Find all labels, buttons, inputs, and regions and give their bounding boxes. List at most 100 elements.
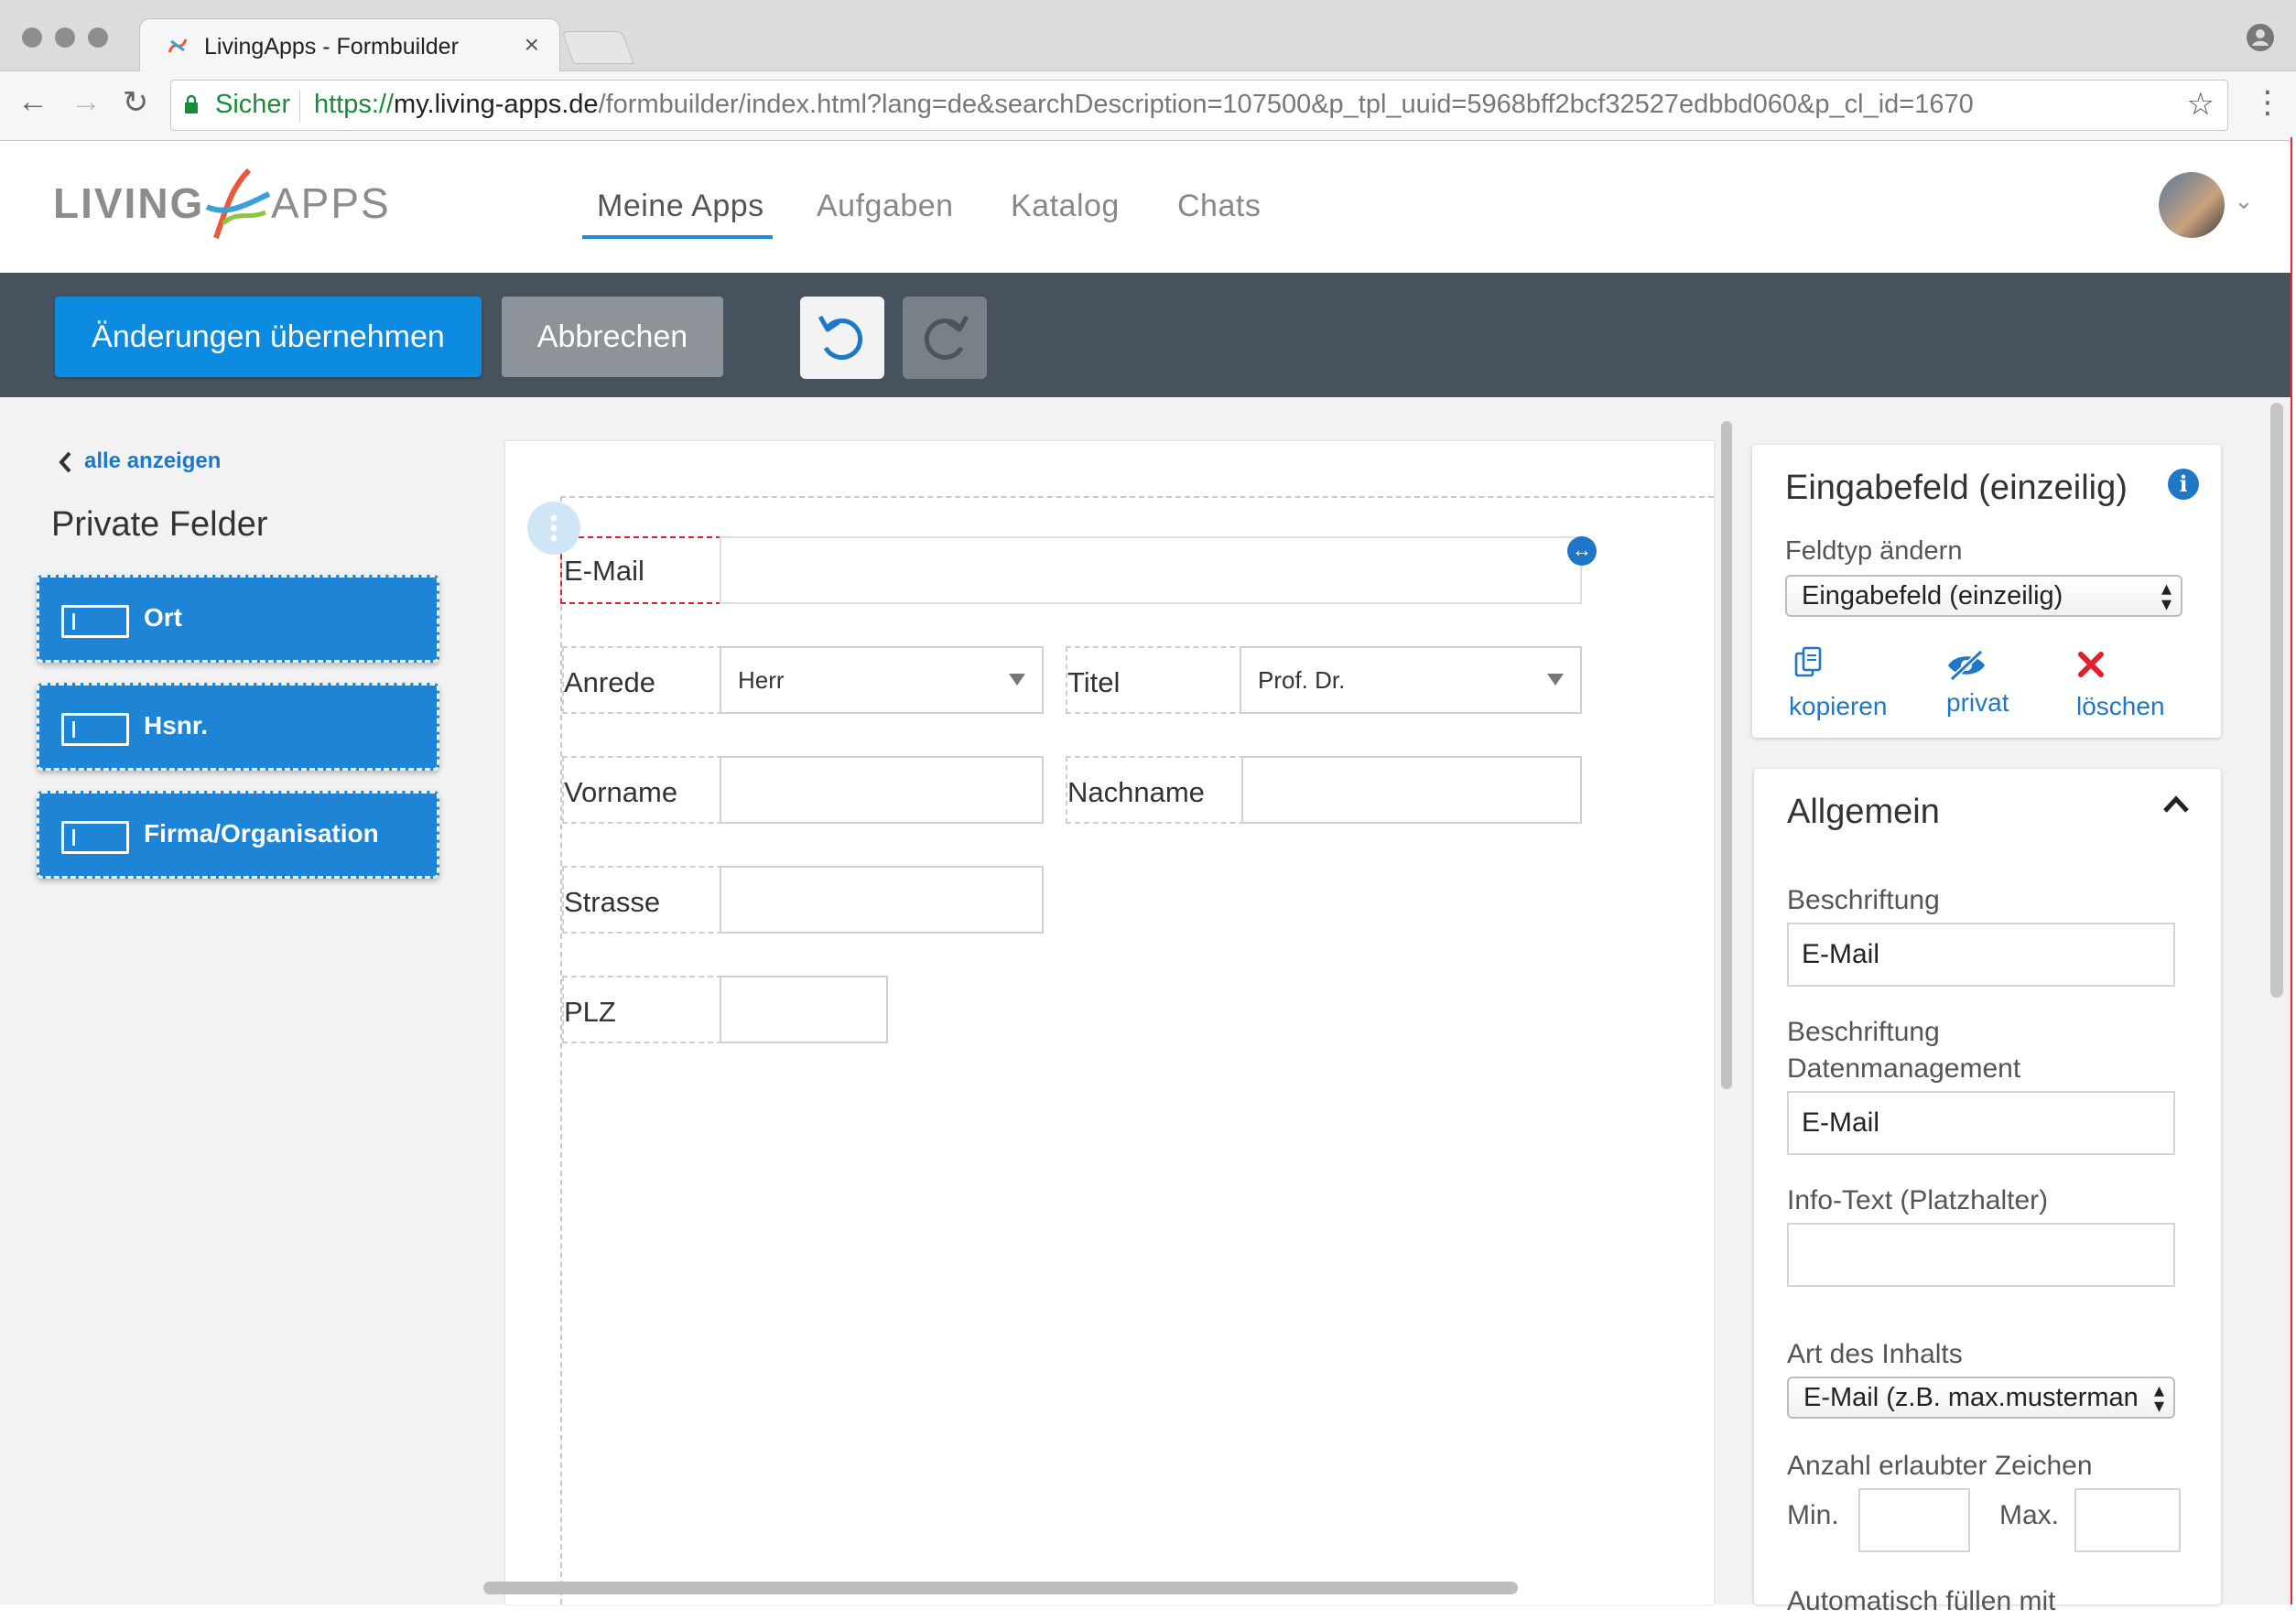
- vorname-input[interactable]: [720, 756, 1044, 824]
- private-fields-title: Private Felder: [51, 505, 268, 544]
- private-field-label: Hsnr.: [144, 711, 209, 740]
- form-field-strasse[interactable]: Strasse: [562, 866, 1044, 934]
- chevron-up-icon[interactable]: [2162, 791, 2190, 818]
- back-arrow-icon[interactable]: ←: [15, 84, 51, 120]
- url-path: /formbuilder/index.html?lang=de&searchDe…: [598, 90, 1974, 119]
- eye-slash-icon[interactable]: [1944, 648, 1988, 683]
- min-chars-input[interactable]: [1858, 1488, 1970, 1552]
- new-tab-button[interactable]: [561, 31, 634, 64]
- browser-toolbar: ← → ↻ Sicher https://my.living-apps.de/f…: [0, 71, 2296, 141]
- private-field-firma[interactable]: Firma/Organisation: [37, 791, 439, 879]
- nachname-input[interactable]: [1241, 756, 1582, 824]
- fieldtype-label: Feldtyp ändern: [1785, 536, 1963, 566]
- field-label-strasse: Strasse: [564, 886, 661, 918]
- url-text[interactable]: https://my.living-apps.de/formbuilder/in…: [314, 90, 1974, 120]
- inspector-scrollbar[interactable]: [2270, 403, 2283, 998]
- titel-value: Prof. Dr.: [1258, 666, 1346, 694]
- delete-button[interactable]: löschen: [2076, 692, 2165, 721]
- avatar[interactable]: [2159, 172, 2225, 238]
- copy-button[interactable]: kopieren: [1789, 692, 1887, 721]
- info-icon[interactable]: i: [2168, 469, 2199, 500]
- select-arrows-icon: ▴ ▾: [2150, 1380, 2164, 1416]
- nav-katalog[interactable]: Katalog: [1011, 189, 1120, 224]
- private-field-label: Firma/Organisation: [144, 819, 379, 848]
- tab-title: LivingApps - Formbuilder: [204, 34, 459, 59]
- favicon-icon: [168, 38, 188, 53]
- nav-meine-apps[interactable]: Meine Apps: [597, 189, 764, 224]
- forward-arrow-icon[interactable]: →: [68, 84, 104, 120]
- fieldtype-value: Eingabefeld (einzeilig): [1802, 581, 2063, 610]
- allowed-chars-label: Anzahl erlaubter Zeichen: [1787, 1451, 2093, 1481]
- placeholder-label: Info-Text (Platzhalter): [1787, 1185, 2049, 1215]
- window-close-button[interactable]: [22, 27, 42, 48]
- url-host: my.living-apps.de: [394, 90, 599, 119]
- address-separator: [299, 90, 300, 123]
- resize-icon[interactable]: ↔: [1567, 536, 1597, 566]
- form-field-plz[interactable]: PLZ: [562, 976, 888, 1043]
- redo-icon: [924, 315, 969, 360]
- canvas-scrollbar-vertical[interactable]: [1721, 421, 1732, 1089]
- field-label-nachname: Nachname: [1067, 776, 1205, 808]
- address-bar[interactable]: Sicher https://my.living-apps.de/formbui…: [170, 80, 2228, 131]
- field-label-titel: Titel: [1067, 666, 1121, 698]
- reload-icon[interactable]: ↻: [117, 84, 154, 121]
- form-field-anrede[interactable]: Anrede Herr: [562, 646, 1044, 714]
- placeholder-input[interactable]: [1787, 1223, 2175, 1287]
- delete-icon[interactable]: [2076, 650, 2106, 679]
- email-input[interactable]: [720, 536, 1582, 604]
- form-field-email[interactable]: E-Mail: [560, 536, 1582, 604]
- canvas-guide-top: [560, 496, 1714, 498]
- browser-tab[interactable]: LivingApps - Formbuilder ×: [139, 18, 560, 73]
- window-edge: [2291, 137, 2296, 1604]
- window-minimize-button[interactable]: [55, 27, 75, 48]
- apply-changes-button[interactable]: Änderungen übernehmen: [55, 297, 482, 377]
- star-icon[interactable]: ☆: [2187, 86, 2215, 123]
- private-field-ort[interactable]: Ort: [37, 575, 439, 663]
- strasse-input[interactable]: [720, 866, 1044, 934]
- form-field-nachname[interactable]: Nachname: [1066, 756, 1582, 824]
- content-type-select[interactable]: E-Mail (z.B. max.musterman ▴ ▾: [1787, 1377, 2175, 1419]
- max-chars-input[interactable]: [2074, 1488, 2181, 1552]
- fieldtype-select[interactable]: Eingabefeld (einzeilig) ▴ ▾: [1785, 575, 2182, 617]
- lock-icon: [185, 94, 198, 113]
- chevron-down-icon[interactable]: ⌄: [2234, 187, 2254, 215]
- plz-input[interactable]: [720, 976, 888, 1043]
- nav-aufgaben[interactable]: Aufgaben: [817, 189, 954, 224]
- undo-button[interactable]: [800, 297, 884, 379]
- form-field-titel[interactable]: Titel Prof. Dr.: [1066, 646, 1582, 714]
- dm-caption-input[interactable]: E-Mail: [1787, 1091, 2175, 1155]
- nav-chats[interactable]: Chats: [1177, 189, 1261, 224]
- private-field-hsnr[interactable]: Hsnr.: [37, 683, 439, 771]
- undo-icon: [818, 315, 863, 360]
- profile-icon[interactable]: [2245, 22, 2276, 53]
- show-all-link[interactable]: alle anzeigen: [84, 448, 221, 474]
- secure-label: Sicher: [215, 90, 291, 119]
- copy-icon[interactable]: [1794, 646, 1824, 683]
- drag-handle-icon[interactable]: [527, 502, 580, 555]
- anrede-select[interactable]: Herr: [720, 646, 1044, 714]
- chevron-left-icon[interactable]: [57, 450, 73, 474]
- livingapps-logo[interactable]: LIVING APPS: [53, 159, 419, 251]
- private-button[interactable]: privat: [1946, 688, 2009, 718]
- max-label: Max.: [1999, 1500, 2060, 1530]
- svg-text:LIVING: LIVING: [53, 179, 204, 227]
- tab-close-icon[interactable]: ×: [525, 30, 539, 59]
- dm-caption-label-line2: Datenmanagement: [1787, 1053, 2021, 1084]
- window-zoom-button[interactable]: [88, 27, 108, 48]
- select-arrow-icon: [1547, 674, 1564, 686]
- caption-label: Beschriftung: [1787, 885, 1940, 915]
- select-arrow-icon: [1009, 674, 1025, 686]
- field-label-vorname: Vorname: [564, 776, 678, 808]
- canvas-scrollbar-horizontal[interactable]: [483, 1582, 1518, 1594]
- dm-caption-label-line1: Beschriftung: [1787, 1017, 1940, 1047]
- browser-tabstrip: LivingApps - Formbuilder ×: [0, 0, 2296, 73]
- cancel-button[interactable]: Abbrechen: [502, 297, 723, 377]
- section-title: Allgemein: [1787, 793, 1940, 831]
- form-field-vorname[interactable]: Vorname: [562, 756, 1044, 824]
- content-type-value: E-Mail (z.B. max.musterman: [1803, 1383, 2139, 1412]
- redo-button[interactable]: [903, 297, 987, 379]
- menu-icon[interactable]: ⋮: [2252, 84, 2283, 121]
- caption-input[interactable]: E-Mail: [1787, 923, 2175, 987]
- select-arrows-icon: ▴ ▾: [2161, 577, 2171, 615]
- titel-select[interactable]: Prof. Dr.: [1240, 646, 1582, 714]
